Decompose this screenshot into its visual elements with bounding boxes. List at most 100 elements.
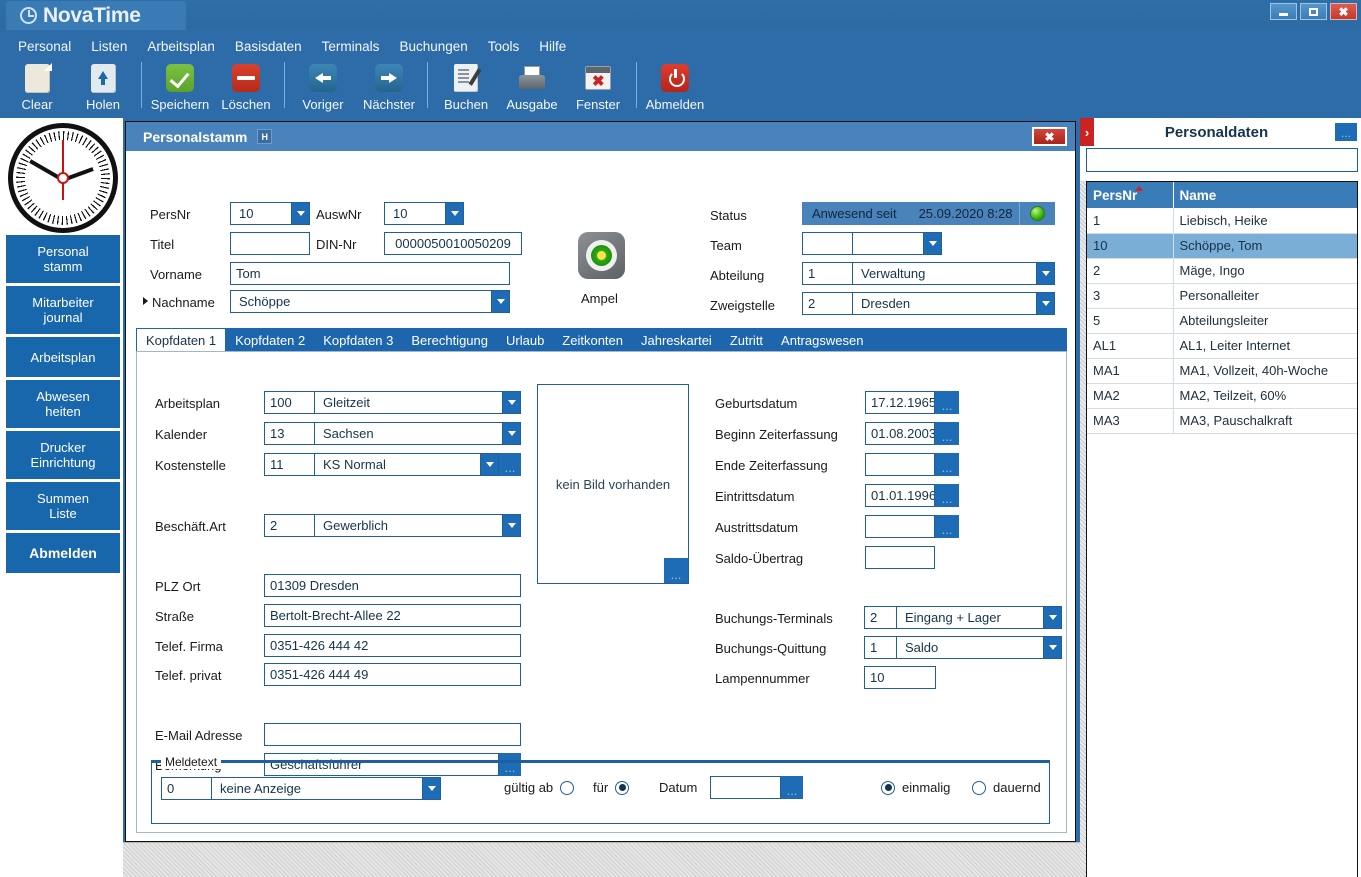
austrittsdatum-input[interactable] (865, 515, 935, 538)
chevron-down-icon[interactable] (503, 422, 521, 445)
close-button[interactable]: ✖ (1330, 3, 1357, 20)
meldetext-combo[interactable]: 0 keine Anzeige (161, 777, 441, 800)
arbeitsplan-combo[interactable]: 100 Gleitzeit (264, 391, 521, 414)
table-row[interactable]: MA3MA3, Pauschalkraft (1087, 408, 1357, 433)
tab-antragswesen[interactable]: Antragswesen (772, 328, 872, 352)
menu-item-basisdaten[interactable]: Basisdaten (225, 36, 312, 57)
chevron-down-icon[interactable] (1044, 636, 1062, 659)
eintrittsdatum-calendar-button[interactable]: ... (935, 484, 959, 507)
chevron-down-icon[interactable] (423, 777, 441, 800)
tab-berechtigung[interactable]: Berechtigung (402, 328, 497, 352)
personaldaten-search-input[interactable] (1086, 148, 1358, 172)
menu-item-personal[interactable]: Personal (8, 36, 81, 57)
toolbar-button-voriger[interactable]: Voriger (290, 58, 356, 115)
table-row[interactable]: 3Personalleiter (1087, 283, 1357, 308)
chevron-down-icon[interactable] (1044, 606, 1062, 629)
tab-zutritt[interactable]: Zutritt (721, 328, 772, 352)
beginn-zeiterfassung-calendar-button[interactable]: ... (935, 422, 959, 445)
email-input[interactable] (264, 723, 521, 746)
ende-zeiterfassung-calendar-button[interactable]: ... (935, 453, 959, 476)
telef-firma-input[interactable]: 0351-426 444 42 (264, 634, 521, 657)
table-row[interactable]: 5Abteilungsleiter (1087, 308, 1357, 333)
ampel-icon[interactable] (578, 232, 625, 279)
ende-zeiterfassung-input[interactable] (865, 453, 935, 476)
sidebar-item-abwesenheiten[interactable]: Abwesen heiten (6, 380, 120, 428)
toolbar-button-naechster[interactable]: Nächster (356, 58, 422, 115)
austrittsdatum-calendar-button[interactable]: ... (935, 515, 959, 538)
radio-fuer[interactable] (615, 781, 629, 795)
toolbar-button-buchen[interactable]: Buchen (433, 58, 499, 115)
minimize-button[interactable] (1270, 3, 1297, 20)
chevron-down-icon[interactable] (446, 202, 464, 225)
auswnr-combo[interactable]: 10 (384, 202, 464, 225)
menu-item-terminals[interactable]: Terminals (312, 36, 390, 57)
plzort-input[interactable]: 01309 Dresden (264, 574, 521, 597)
column-header-name[interactable]: Name (1173, 182, 1357, 208)
buchungs-quittung-combo[interactable]: 1 Saldo (864, 636, 1062, 659)
toolbar-button-loeschen[interactable]: Löschen (213, 58, 279, 115)
chevron-down-icon[interactable] (492, 290, 510, 313)
sidebar-item-abmelden[interactable]: Abmelden (6, 533, 120, 573)
menu-item-hilfe[interactable]: Hilfe (529, 36, 576, 57)
dialog-close-button[interactable]: ✖ (1032, 127, 1067, 146)
nachname-combo[interactable]: Schöppe (230, 290, 510, 313)
toolbar-button-ausgabe[interactable]: Ausgabe (499, 58, 565, 115)
tab-urlaub[interactable]: Urlaub (497, 328, 553, 352)
radio-einmalig[interactable] (881, 781, 895, 795)
sidebar-item-druckereinrichtung[interactable]: Drucker Einrichtung (6, 431, 120, 479)
abteilung-combo[interactable]: 1 Verwaltung (802, 262, 1055, 285)
chevron-down-icon[interactable] (503, 391, 521, 414)
chevron-down-icon[interactable] (503, 514, 521, 537)
help-badge[interactable]: H (257, 129, 272, 144)
kostenstelle-browse-button[interactable]: ... (499, 453, 521, 476)
toolbar-button-speichern[interactable]: Speichern (147, 58, 213, 115)
tab-kopfdaten-2[interactable]: Kopfdaten 2 (226, 328, 314, 352)
eintrittsdatum-input[interactable]: 01.01.1996 (865, 484, 935, 507)
buchungs-terminals-combo[interactable]: 2 Eingang + Lager (864, 606, 1062, 629)
chevron-down-icon[interactable] (1037, 292, 1055, 315)
chevron-down-icon[interactable] (1037, 262, 1055, 285)
geburtsdatum-input[interactable]: 17.12.1965 (865, 391, 935, 414)
photo-browse-button[interactable]: ... (664, 558, 688, 583)
toolbar-button-holen[interactable]: Holen (70, 58, 136, 115)
meldetext-datum-calendar-button[interactable]: ... (781, 776, 803, 799)
toolbar-button-clear[interactable]: Clear (4, 58, 70, 115)
photo-placeholder[interactable]: kein Bild vorhanden (537, 384, 689, 584)
telef-privat-input[interactable]: 0351-426 444 49 (264, 663, 521, 686)
menu-item-tools[interactable]: Tools (478, 36, 530, 57)
vorname-input[interactable]: Tom (230, 262, 510, 285)
table-row[interactable]: 2Mäge, Ingo (1087, 258, 1357, 283)
table-row[interactable]: MA2MA2, Teilzeit, 60% (1087, 383, 1357, 408)
tab-jahreskartei[interactable]: Jahreskartei (632, 328, 721, 352)
panel-collapse-handle[interactable]: › (1080, 118, 1094, 146)
beginn-zeiterfassung-input[interactable]: 01.08.2003 (865, 422, 935, 445)
table-row[interactable]: 10Schöppe, Tom (1087, 233, 1357, 258)
kostenstelle-combo[interactable]: 11 KS Normal (264, 453, 499, 476)
sidebar-item-summenliste[interactable]: Summen Liste (6, 482, 120, 530)
titel-input[interactable] (230, 232, 310, 255)
toolbar-button-abmelden[interactable]: Abmelden (642, 58, 708, 115)
geburtsdatum-calendar-button[interactable]: ... (935, 391, 959, 414)
lampennummer-input[interactable]: 10 (864, 666, 936, 689)
tab-zeitkonten[interactable]: Zeitkonten (553, 328, 632, 352)
saldo-uebertrag-input[interactable] (865, 546, 935, 569)
sidebar-item-mitarbeiterjournal[interactable]: Mitarbeiter journal (6, 286, 120, 334)
table-row[interactable]: 1Liebisch, Heike (1087, 208, 1357, 233)
persnr-combo[interactable]: 10 (230, 202, 310, 225)
menu-item-arbeitsplan[interactable]: Arbeitsplan (137, 36, 225, 57)
kalender-combo[interactable]: 13 Sachsen (264, 422, 521, 445)
sidebar-item-arbeitsplan[interactable]: Arbeitsplan (6, 337, 120, 377)
sidebar-item-personalstamm[interactable]: Personal stamm (6, 235, 120, 283)
menu-item-listen[interactable]: Listen (81, 36, 137, 57)
toolbar-button-fenster[interactable]: ✖ Fenster (565, 58, 631, 115)
team-combo[interactable] (802, 232, 942, 255)
table-row[interactable]: MA1MA1, Vollzeit, 40h-Woche (1087, 358, 1357, 383)
menu-item-buchungen[interactable]: Buchungen (389, 36, 477, 57)
column-header-persnr[interactable]: PersNr (1087, 182, 1173, 208)
beschaeftart-combo[interactable]: 2 Gewerblich (264, 514, 521, 537)
tab-kopfdaten-3[interactable]: Kopfdaten 3 (314, 328, 402, 352)
strasse-input[interactable]: Bertolt-Brecht-Allee 22 (264, 604, 521, 627)
meldetext-datum-input[interactable] (710, 776, 781, 799)
tab-kopfdaten-1[interactable]: Kopfdaten 1 (136, 328, 226, 352)
chevron-down-icon[interactable] (292, 202, 310, 225)
